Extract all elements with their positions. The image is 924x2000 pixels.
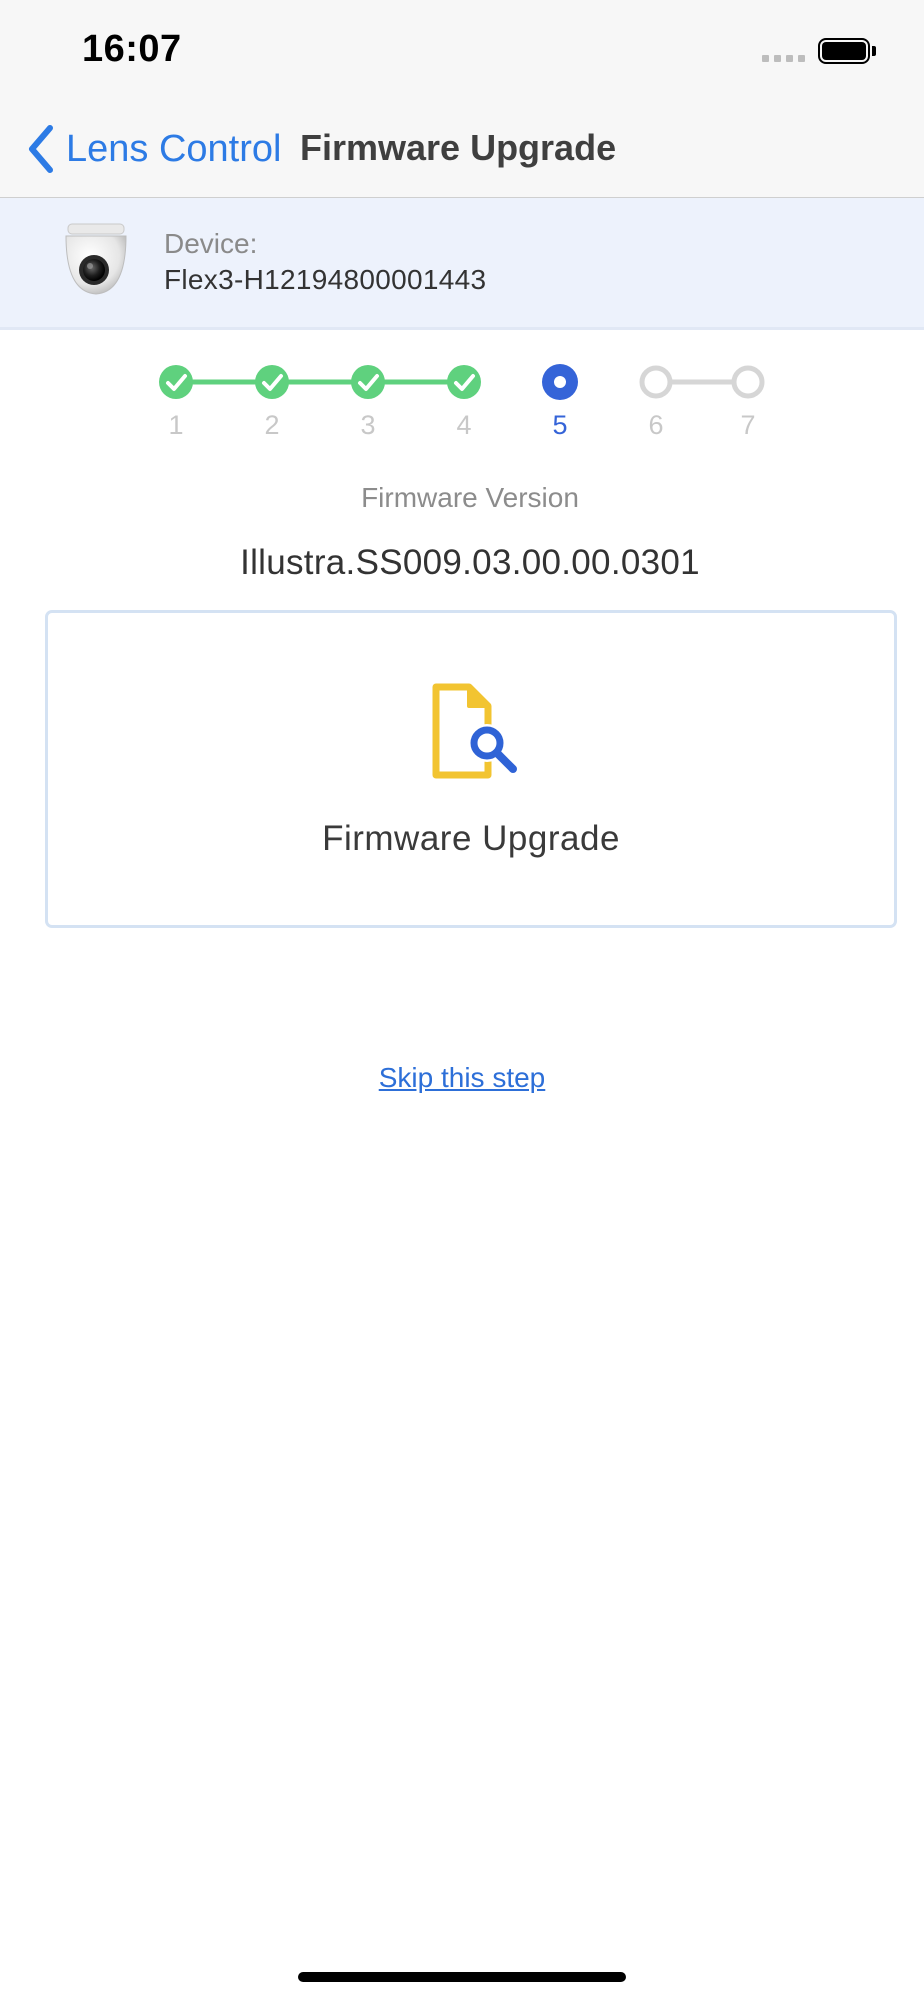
step-6-label: 6 [648,410,664,440]
device-banner: Device: Flex3-H12194800001443 [0,198,924,330]
step-4-node [447,365,481,399]
firmware-upgrade-card[interactable]: Firmware Upgrade [45,610,897,928]
back-button[interactable]: Lens Control [26,120,281,178]
step-2-node [255,365,289,399]
signal-icon [762,55,805,62]
battery-icon [818,38,870,64]
status-time: 16:07 [82,28,182,70]
page-title: Firmware Upgrade [300,127,617,168]
step-3-node [351,365,385,399]
dome-camera-icon [65,223,127,295]
step-7-label: 7 [740,410,756,440]
back-button-label: Lens Control [66,127,282,170]
chevron-left-icon [29,125,53,173]
device-label: Device: [164,228,258,259]
stepper-graphic [159,364,765,400]
firmware-version-caption: Firmware Version [361,482,579,513]
step-1-node [159,365,193,399]
home-indicator[interactable] [298,1972,626,1982]
step-6-node [639,365,673,399]
battery-cap [872,46,876,56]
firmware-upgrade-card-label: Firmware Upgrade [322,819,620,858]
step-1-label: 1 [168,410,184,440]
step-7-node [731,365,765,399]
step-2-label: 2 [264,410,280,440]
step-5-label: 5 [552,410,568,440]
skip-step-link[interactable]: Skip this step [0,1062,924,1094]
status-bar: 16:07 [0,0,924,100]
current-step-dot [554,376,566,388]
file-search-icon [432,683,517,779]
device-name: Flex3-H12194800001443 [164,264,487,295]
navigation-bar: Lens Control Firmware Upgrade [0,100,924,198]
step-5-node [542,364,578,400]
step-3-label: 3 [360,410,376,440]
step-4-label: 4 [456,410,472,440]
battery-level-fill [822,42,866,60]
firmware-version-value: Illustra.SS009.03.00.00.0301 [240,543,700,582]
progress-stepper: 1 2 3 4 5 6 7 [0,360,924,460]
